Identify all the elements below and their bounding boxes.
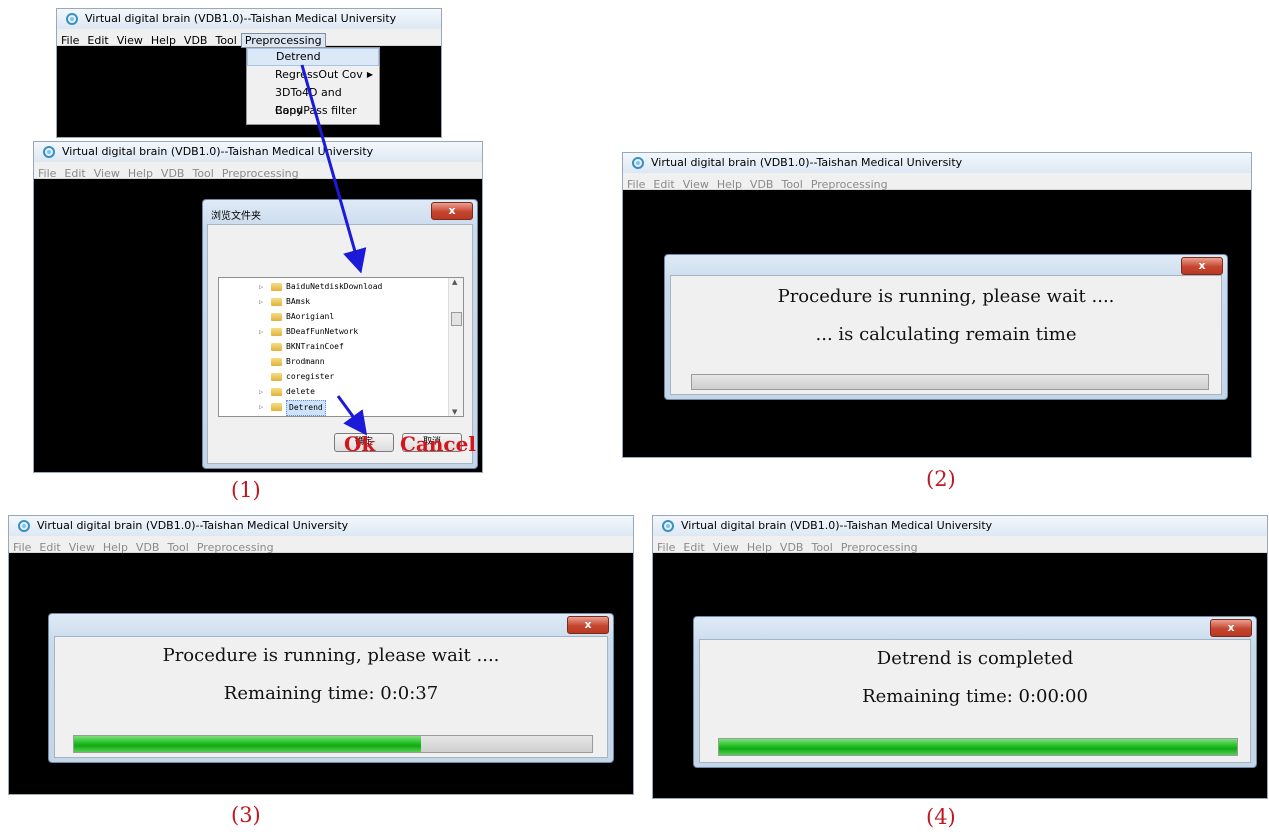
caption-3: (3): [231, 803, 261, 827]
progress-dialog-4: x Detrend is completed Remaining time: 0…: [693, 616, 1257, 768]
remaining-time-text: Remaining time: 0:0:37: [223, 683, 439, 704]
progress-bar: [691, 374, 1209, 390]
caption-2: (2): [926, 467, 956, 491]
menu-tool[interactable]: Tool: [777, 177, 806, 192]
remaining-time-text: ... is calculating remain time: [815, 324, 1077, 345]
menu-vdb[interactable]: VDB: [132, 540, 164, 555]
dialog-body: Detrend is completed Remaining time: 0:0…: [699, 639, 1251, 763]
status-message: Procedure is running, please wait ....: [777, 286, 1115, 307]
menu-edit[interactable]: Edit: [679, 540, 708, 555]
progress-dialog-2: x Procedure is running, please wait ....…: [664, 254, 1228, 400]
close-button[interactable]: x: [1210, 619, 1252, 637]
app-icon: [632, 157, 644, 169]
menu-bar: File Edit View Help VDB Tool Preprocessing: [9, 536, 633, 555]
menu-bar: File Edit View Help VDB Tool Preprocessing: [623, 173, 1251, 192]
close-button[interactable]: x: [567, 616, 609, 634]
window-title: Virtual digital brain (VDB1.0)--Taishan …: [37, 519, 349, 532]
window-title: Virtual digital brain (VDB1.0)--Taishan …: [651, 156, 963, 169]
title-bar: Virtual digital brain (VDB1.0)--Taishan …: [9, 516, 633, 536]
menu-view[interactable]: View: [709, 540, 743, 555]
progress-fill: [74, 736, 422, 752]
app-icon: [18, 520, 30, 532]
menu-view[interactable]: View: [679, 177, 713, 192]
dialog-body: Procedure is running, please wait .... R…: [54, 636, 608, 758]
menu-help[interactable]: Help: [743, 540, 776, 555]
title-bar: Virtual digital brain (VDB1.0)--Taishan …: [623, 153, 1251, 173]
menu-bar: File Edit View Help VDB Tool Preprocessing: [653, 536, 1267, 555]
menu-help[interactable]: Help: [99, 540, 132, 555]
dialog-body: Procedure is running, please wait .... .…: [670, 275, 1222, 395]
progress-dialog-3: x Procedure is running, please wait ....…: [48, 613, 614, 763]
caption-4: (4): [926, 805, 956, 829]
menu-preprocessing[interactable]: Preprocessing: [193, 540, 278, 555]
menu-edit[interactable]: Edit: [35, 540, 64, 555]
menu-preprocessing[interactable]: Preprocessing: [807, 177, 892, 192]
close-button[interactable]: x: [1181, 257, 1223, 275]
status-message: Detrend is completed: [876, 648, 1074, 669]
menu-preprocessing[interactable]: Preprocessing: [837, 540, 922, 555]
progress-fill: [719, 739, 1237, 755]
title-bar: Virtual digital brain (VDB1.0)--Taishan …: [653, 516, 1267, 536]
window-title: Virtual digital brain (VDB1.0)--Taishan …: [681, 519, 993, 532]
caption-1: (1): [231, 478, 261, 502]
menu-view[interactable]: View: [65, 540, 99, 555]
menu-tool[interactable]: Tool: [163, 540, 192, 555]
menu-help[interactable]: Help: [713, 177, 746, 192]
menu-file[interactable]: File: [9, 540, 35, 555]
progress-bar: [73, 735, 593, 753]
menu-vdb[interactable]: VDB: [746, 177, 778, 192]
status-message: Procedure is running, please wait ....: [162, 645, 500, 666]
menu-vdb[interactable]: VDB: [776, 540, 808, 555]
app-icon: [662, 520, 674, 532]
menu-edit[interactable]: Edit: [649, 177, 678, 192]
blue-arrow-icon: [336, 395, 368, 436]
remaining-time-text: Remaining time: 0:00:00: [862, 686, 1088, 707]
menu-file[interactable]: File: [653, 540, 679, 555]
menu-tool[interactable]: Tool: [807, 540, 836, 555]
menu-file[interactable]: File: [623, 177, 649, 192]
progress-bar: [718, 738, 1238, 756]
blue-arrow-icon: [300, 64, 367, 274]
